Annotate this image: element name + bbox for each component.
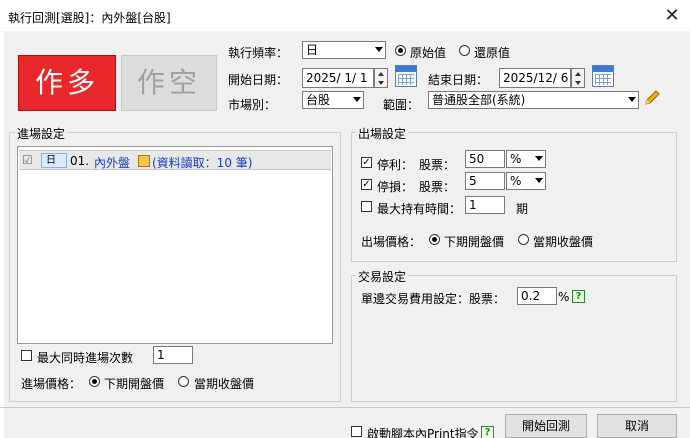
fee-unit: %	[558, 290, 570, 304]
frequency-label: 執行頻率：	[228, 46, 289, 60]
restored-value-radio[interactable]	[459, 45, 470, 56]
exit-next-open-radio[interactable]	[429, 234, 440, 245]
take-profit-unit-select[interactable]: %	[506, 150, 546, 168]
cancel-button[interactable]: 取消	[597, 414, 677, 438]
chevron-down-icon	[535, 156, 543, 161]
start-date-label: 開始日期：	[228, 73, 289, 87]
chevron-down-icon	[535, 178, 543, 183]
end-date-label: 結束日期：	[428, 73, 489, 87]
market-select[interactable]: 台股	[302, 91, 364, 109]
window-title: 執行回測[選股]：內外盤[台股]	[8, 11, 171, 25]
frequency-value: 日	[306, 43, 319, 57]
chevron-down-icon	[375, 47, 383, 52]
max-entries-checkbox[interactable]	[21, 350, 32, 361]
entry-current-close-label: 當期收盤價	[194, 377, 255, 391]
range-value: 普通股全部(系統)	[432, 93, 526, 107]
fee-label: 單邊交易費用設定：股票：	[361, 292, 506, 306]
max-hold-label: 最大持有時間：	[377, 202, 462, 216]
calendar-icon[interactable]	[592, 65, 614, 87]
original-value-radio[interactable]	[395, 45, 406, 56]
entry-price-label: 進場價格：	[21, 377, 82, 391]
row-index: 01.	[70, 154, 90, 168]
chevron-down-icon	[628, 97, 636, 102]
row-data-info: (資料讀取：10 筆)	[152, 156, 253, 170]
exit-next-open-label: 下期開盤價	[444, 235, 505, 249]
row-name[interactable]: 內外盤	[94, 154, 130, 171]
entry-current-close-radio[interactable]	[178, 376, 189, 387]
start-backtest-button[interactable]: 開始回測	[505, 414, 587, 438]
arrow-up-icon	[575, 72, 581, 76]
stop-loss-stock-label: 股票：	[419, 180, 456, 194]
print-command-label: 啟動腳本內Print指令	[367, 427, 479, 438]
max-hold-input[interactable]: 1	[465, 196, 505, 214]
help-icon[interactable]: ?	[572, 290, 585, 303]
take-profit-unit: %	[510, 152, 522, 166]
calendar-icon[interactable]	[395, 65, 417, 87]
entry-settings-title: 進場設定	[15, 125, 68, 142]
entry-next-open-label: 下期開盤價	[104, 377, 165, 391]
start-date-input[interactable]: 2025/ 1/ 1	[302, 68, 374, 88]
arrow-down-icon	[575, 81, 581, 85]
take-profit-checkbox[interactable]: ✓	[361, 157, 372, 168]
take-profit-input[interactable]: 50	[465, 150, 505, 168]
script-icon[interactable]	[138, 155, 150, 167]
market-label: 市場別：	[228, 98, 277, 112]
end-date-input[interactable]: 2025/12/ 6	[499, 68, 571, 88]
short-button[interactable]: 作空	[121, 55, 217, 111]
max-entries-label: 最大同時進場次數	[37, 351, 134, 365]
entry-next-open-radio[interactable]	[89, 376, 100, 387]
footer-divider	[0, 407, 690, 408]
row-frequency[interactable]: 日	[41, 153, 67, 168]
print-command-checkbox[interactable]	[351, 426, 362, 437]
arrow-up-icon	[378, 72, 384, 76]
trade-settings-title: 交易設定	[356, 268, 409, 285]
max-hold-unit: 期	[516, 202, 529, 216]
stop-loss-checkbox[interactable]: ✓	[361, 179, 372, 190]
exit-current-close-radio[interactable]	[518, 234, 529, 245]
long-button[interactable]: 作多	[18, 55, 116, 111]
chevron-down-icon	[353, 97, 361, 102]
max-entries-input[interactable]: 1	[153, 346, 193, 364]
stop-loss-label: 停損：	[377, 180, 414, 194]
range-label: 範圍：	[383, 98, 420, 112]
entry-condition-list[interactable]: ☑ 日 01. 內外盤 (資料讀取：10 筆)	[17, 146, 333, 344]
list-item[interactable]: ☑ 日 01. 內外盤 (資料讀取：10 筆)	[19, 150, 331, 170]
exit-current-close-label: 當期收盤價	[533, 235, 594, 249]
start-date-spinner[interactable]	[374, 68, 388, 88]
exit-price-label: 出場價格：	[361, 235, 422, 249]
original-value-label: 原始值	[410, 46, 447, 60]
stop-loss-input[interactable]: 5	[465, 172, 505, 190]
row-checkbox[interactable]: ☑	[22, 153, 33, 167]
close-icon[interactable]: ✕	[662, 5, 682, 27]
help-icon[interactable]: ?	[481, 426, 494, 438]
stop-loss-unit: %	[510, 174, 522, 188]
arrow-down-icon	[378, 81, 384, 85]
market-value: 台股	[306, 93, 331, 107]
take-profit-label: 停利：	[377, 158, 414, 172]
pencil-icon[interactable]	[643, 89, 661, 107]
restored-value-label: 還原值	[474, 46, 511, 60]
end-date-spinner[interactable]	[571, 68, 585, 88]
frequency-select[interactable]: 日	[302, 41, 386, 59]
take-profit-stock-label: 股票：	[419, 158, 456, 172]
stop-loss-unit-select[interactable]: %	[506, 172, 546, 190]
max-hold-checkbox[interactable]	[361, 201, 372, 212]
exit-settings-title: 出場設定	[356, 125, 409, 142]
range-select[interactable]: 普通股全部(系統)	[428, 91, 639, 109]
fee-input[interactable]: 0.2	[517, 287, 557, 305]
